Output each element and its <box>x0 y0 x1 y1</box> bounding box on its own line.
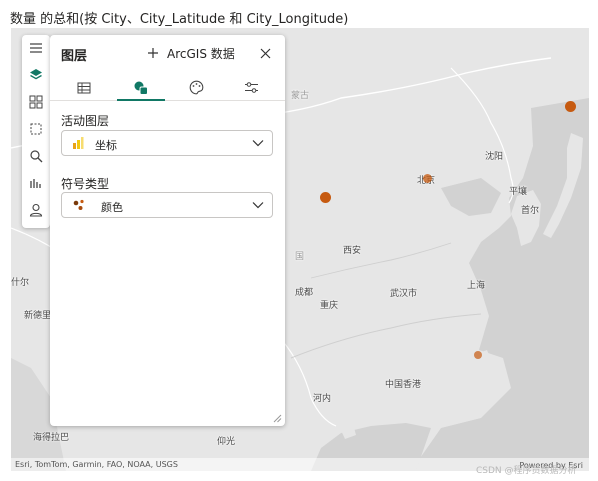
symbol-type-dropdown[interactable]: 颜色 <box>61 192 273 218</box>
place-label: 平壤 <box>509 187 528 197</box>
data-bubble[interactable] <box>423 174 432 183</box>
place-label: 仰光 <box>217 437 236 447</box>
data-bubble[interactable] <box>320 192 331 203</box>
symbology-icon <box>134 81 148 95</box>
powerbi-icon <box>73 137 84 149</box>
chevron-down-icon <box>252 202 264 209</box>
place-label: 蒙古 <box>291 91 310 101</box>
tab-settings[interactable] <box>227 75 275 100</box>
layers-panel: 图层 ArcGIS 数据 活动图层 坐标 符号类型 颜色 <box>50 35 285 426</box>
close-icon <box>260 48 270 58</box>
plus-icon <box>148 48 158 58</box>
panel-title: 图层 <box>61 49 88 64</box>
select-area-icon[interactable] <box>26 119 46 139</box>
close-panel-button[interactable] <box>255 43 275 63</box>
place-label: 中国香港 <box>385 380 422 390</box>
watermark: CSDN @程序员数据分析 <box>476 466 577 476</box>
search-icon[interactable] <box>26 146 46 166</box>
place-label: 新德里 <box>24 311 52 321</box>
place-label: 什尔 <box>11 278 30 288</box>
add-data-label: ArcGIS 数据 <box>167 46 235 61</box>
tab-symbology[interactable] <box>117 75 165 101</box>
table-icon <box>77 82 91 93</box>
panel-tabs <box>50 75 285 101</box>
data-bubble[interactable] <box>474 351 482 359</box>
color-dots-icon <box>73 199 84 210</box>
place-label: 国 <box>295 252 305 262</box>
analytics-icon[interactable] <box>26 173 46 193</box>
data-bubble[interactable] <box>565 101 576 112</box>
resize-handle-icon[interactable] <box>273 414 282 423</box>
place-label: 武汉市 <box>390 289 418 299</box>
tab-table[interactable] <box>60 75 108 100</box>
place-label: 重庆 <box>320 301 339 311</box>
add-arcgis-data-button[interactable]: ArcGIS 数据 <box>147 44 235 62</box>
place-label: 成都 <box>295 288 314 298</box>
basemap-icon[interactable] <box>26 92 46 112</box>
place-label: 河内 <box>313 394 332 404</box>
attribution-text: Esri, TomTom, Garmin, FAO, NOAA, USGS <box>15 460 178 469</box>
palette-icon <box>189 80 203 95</box>
place-label: 海得拉巴 <box>33 433 70 443</box>
active-layer-label: 活动图层 <box>61 114 110 128</box>
panel-header: 图层 ArcGIS 数据 <box>50 35 285 71</box>
user-icon[interactable] <box>26 200 46 220</box>
menu-icon[interactable] <box>26 38 46 58</box>
layers-icon[interactable] <box>26 65 46 85</box>
tab-palette[interactable] <box>172 75 220 100</box>
place-label: 沈阳 <box>485 152 504 162</box>
visual-title: 数量 的总和(按 City、City_Latitude 和 City_Longi… <box>10 12 349 27</box>
place-label: 西安 <box>343 246 362 256</box>
settings-sliders-icon <box>244 82 258 93</box>
symbol-type-value: 颜色 <box>101 201 123 214</box>
active-layer-value: 坐标 <box>95 139 117 152</box>
map-toolbar <box>22 35 50 228</box>
active-layer-dropdown[interactable]: 坐标 <box>61 130 273 156</box>
place-label: 上海 <box>467 281 486 291</box>
symbol-type-label: 符号类型 <box>61 177 110 191</box>
place-label: 首尔 <box>521 206 540 216</box>
chevron-down-icon <box>252 140 264 147</box>
